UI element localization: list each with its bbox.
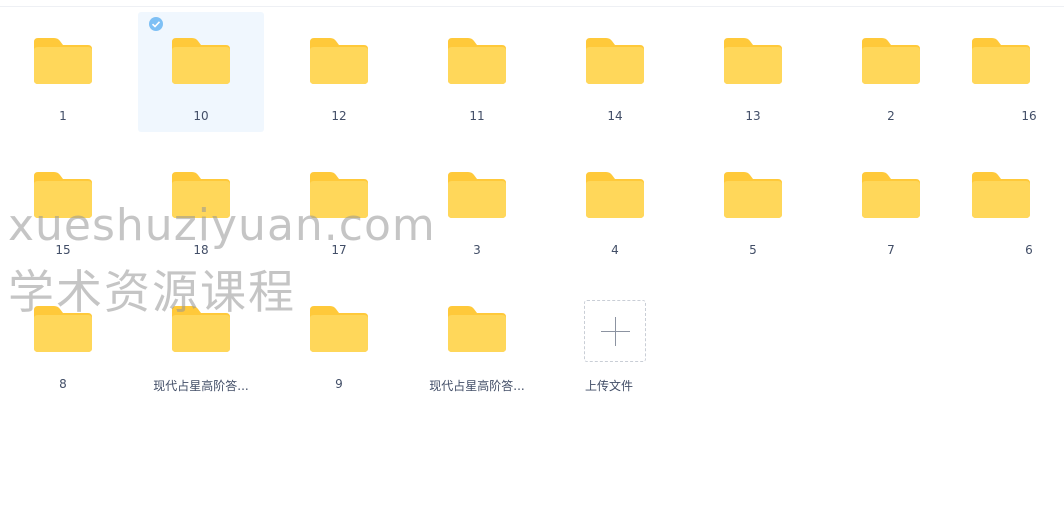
folder-icon — [172, 306, 230, 352]
folder-tile[interactable]: 16 — [938, 12, 1064, 132]
folder-icon — [862, 172, 920, 218]
folder-label: 现代占星高阶答... — [153, 379, 249, 393]
folder-tile[interactable]: 15 — [0, 146, 126, 266]
folder-icon — [310, 38, 368, 84]
folder-label: 13 — [745, 109, 761, 123]
folder-tile[interactable]: 12 — [276, 12, 402, 132]
folder-label: 18 — [193, 243, 209, 257]
folder-icon — [448, 306, 506, 352]
folder-tile[interactable]: 9 — [276, 280, 402, 400]
folder-label: 1 — [59, 109, 67, 123]
upload-label: 上传文件 — [584, 379, 633, 393]
folder-tile[interactable]: 13 — [690, 12, 816, 132]
folder-icon — [172, 172, 230, 218]
selected-check-icon[interactable] — [149, 17, 163, 31]
folder-icon — [310, 172, 368, 218]
folder-icon — [34, 38, 92, 84]
folder-icon — [586, 38, 644, 84]
folder-label: 6 — [1025, 243, 1033, 257]
folder-tile[interactable]: 8 — [0, 280, 126, 400]
folder-label: 2 — [887, 109, 895, 123]
upload-button[interactable] — [584, 300, 646, 362]
folder-label: 14 — [607, 109, 623, 123]
folder-label: 12 — [331, 109, 347, 123]
folder-icon — [724, 172, 782, 218]
folder-label: 9 — [335, 377, 343, 391]
upload-tile[interactable]: 上传文件 — [546, 266, 672, 393]
folder-label: 17 — [331, 243, 347, 257]
folder-icon — [310, 306, 368, 352]
folder-label: 3 — [473, 243, 481, 257]
folder-tile[interactable]: 5 — [690, 146, 816, 266]
folder-label: 现代占星高阶答... — [429, 379, 525, 393]
folder-icon — [972, 172, 1030, 218]
folder-label: 5 — [749, 243, 757, 257]
folder-icon — [448, 172, 506, 218]
folder-tile[interactable]: 现代占星高阶答... — [414, 280, 540, 400]
folder-icon — [34, 306, 92, 352]
folder-icon — [586, 172, 644, 218]
folder-icon — [724, 38, 782, 84]
folder-tile[interactable]: 1 — [0, 12, 126, 132]
folder-label: 7 — [887, 243, 895, 257]
folder-tile[interactable]: 18 — [138, 146, 264, 266]
folder-icon — [972, 38, 1030, 84]
folder-label: 16 — [1021, 109, 1037, 123]
folder-icon — [448, 38, 506, 84]
folder-icon — [172, 38, 230, 84]
folder-tile[interactable]: 现代占星高阶答... — [138, 280, 264, 400]
folder-label: 4 — [611, 243, 619, 257]
folder-tile[interactable]: 3 — [414, 146, 540, 266]
folder-tile[interactable]: 6 — [938, 146, 1064, 266]
folder-icon — [34, 172, 92, 218]
folder-tile[interactable]: 2 — [828, 12, 954, 132]
folder-tile[interactable]: 17 — [276, 146, 402, 266]
folder-icon — [862, 38, 920, 84]
folder-tile[interactable]: 4 — [552, 146, 678, 266]
folder-tile[interactable]: 14 — [552, 12, 678, 132]
folder-label: 15 — [55, 243, 71, 257]
folder-label: 11 — [469, 109, 485, 123]
file-grid: 1 10 12 11 14 13 2 16 15 18 17 3 4 5 7 6… — [0, 0, 1064, 507]
folder-label: 10 — [193, 109, 209, 123]
folder-tile[interactable]: 11 — [414, 12, 540, 132]
folder-label: 8 — [59, 377, 67, 391]
folder-tile[interactable]: 7 — [828, 146, 954, 266]
folder-tile-selected[interactable]: 10 — [138, 12, 264, 132]
